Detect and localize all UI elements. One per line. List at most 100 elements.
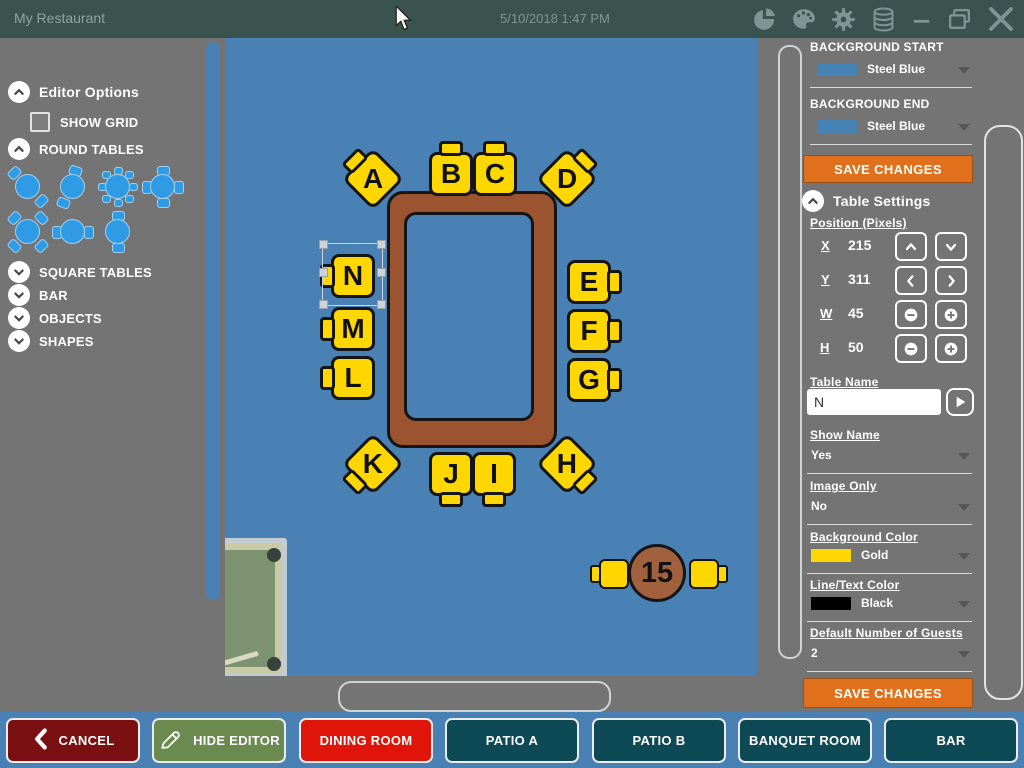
- round-table-2-seats-horizontal-icon[interactable]: [55, 214, 91, 250]
- cancel-button[interactable]: CANCEL: [6, 718, 140, 763]
- editor-options-header[interactable]: Editor Options: [8, 81, 139, 103]
- pie-chart-icon[interactable]: [752, 7, 777, 32]
- background-color-dropdown[interactable]: Gold: [807, 546, 972, 570]
- table-name-input[interactable]: [807, 389, 941, 415]
- default-guests-dropdown[interactable]: 2: [807, 644, 972, 668]
- save-changes-button-bottom[interactable]: SAVE CHANGES: [803, 678, 973, 708]
- chair[interactable]: I: [472, 452, 516, 496]
- image-only-label: Image Only: [810, 479, 877, 493]
- minimize-icon[interactable]: [911, 8, 933, 30]
- restore-icon[interactable]: [947, 7, 972, 32]
- chevron-down-icon: [8, 307, 30, 329]
- round-table-4-seats-icon[interactable]: [145, 169, 181, 205]
- selection-box: [322, 243, 383, 306]
- selection-handle[interactable]: [377, 268, 386, 277]
- move-right-button[interactable]: [935, 266, 967, 295]
- palette-icon[interactable]: [791, 6, 817, 32]
- height-plus-button[interactable]: [935, 334, 967, 363]
- section-bar[interactable]: BAR: [8, 284, 68, 306]
- y-value: 311: [848, 271, 871, 287]
- selection-handle[interactable]: [377, 300, 386, 309]
- selection-handle[interactable]: [319, 268, 328, 277]
- editor-sidebar: Editor Options SHOW GRID ROUND TABLES: [0, 38, 225, 712]
- apply-name-button[interactable]: [946, 388, 974, 416]
- chair[interactable]: J: [429, 452, 473, 496]
- default-guests-label: Default Number of Guests: [810, 626, 963, 640]
- banquet-table[interactable]: [387, 191, 557, 448]
- floorplan-canvas[interactable]: A D H K B C E F G I J L M N 15: [225, 38, 757, 676]
- pencil-icon: [158, 727, 183, 755]
- section-objects[interactable]: OBJECTS: [8, 307, 102, 329]
- selection-handle[interactable]: [319, 300, 328, 309]
- chair[interactable]: G: [567, 358, 611, 402]
- app-window: My Restaurant 5/10/2018 1:47 PM: [0, 0, 1024, 768]
- dining-room-button[interactable]: DINING ROOM: [299, 718, 433, 763]
- datetime: 5/10/2018 1:47 PM: [500, 11, 610, 26]
- table-settings-header[interactable]: Table Settings: [802, 190, 930, 212]
- hide-editor-button[interactable]: HIDE EDITOR: [152, 718, 286, 763]
- banquet-room-button[interactable]: BANQUET ROOM: [738, 718, 872, 763]
- section-round-tables[interactable]: ROUND TABLES: [8, 138, 144, 160]
- round-table-2-seats-diagonal-icon[interactable]: [10, 169, 46, 205]
- section-square-tables[interactable]: SQUARE TABLES: [8, 261, 152, 283]
- chair[interactable]: M: [331, 307, 375, 351]
- background-end-dropdown[interactable]: Steel Blue: [810, 117, 972, 141]
- chevron-down-icon: [958, 553, 970, 560]
- show-name-dropdown[interactable]: Yes: [807, 446, 972, 470]
- move-down-button[interactable]: [935, 232, 967, 261]
- section-label: SQUARE TABLES: [39, 265, 152, 280]
- patio-a-button[interactable]: PATIO A: [445, 718, 579, 763]
- section-shapes[interactable]: SHAPES: [8, 330, 94, 352]
- chair[interactable]: L: [331, 356, 375, 400]
- chair[interactable]: F: [567, 309, 611, 353]
- chair[interactable]: B: [429, 152, 473, 196]
- section-label: BAR: [39, 288, 68, 303]
- show-grid-checkbox[interactable]: [30, 112, 50, 132]
- height-minus-button[interactable]: [895, 334, 927, 363]
- gear-icon[interactable]: [831, 7, 856, 32]
- move-up-button[interactable]: [895, 232, 927, 261]
- show-name-label: Show Name: [810, 428, 880, 442]
- section-label: OBJECTS: [39, 311, 102, 326]
- chair[interactable]: E: [567, 260, 611, 304]
- horizontal-scrollbar-thumb[interactable]: [338, 681, 611, 712]
- selection-handle[interactable]: [319, 240, 328, 249]
- background-start-dropdown[interactable]: Steel Blue: [810, 60, 972, 84]
- h-value: 50: [848, 339, 864, 355]
- canvas-scrollbar-thumb[interactable]: [778, 45, 802, 659]
- round-table-4-seats-diagonal-icon[interactable]: [10, 214, 46, 250]
- pool-pocket: [267, 548, 281, 562]
- round-table-2-seats-vertical-icon[interactable]: [100, 214, 136, 250]
- width-minus-button[interactable]: [895, 300, 927, 329]
- y-label: Y: [821, 272, 830, 287]
- round-table-8-seats-icon[interactable]: [100, 169, 136, 205]
- chevron-up-icon: [802, 190, 824, 212]
- move-left-button[interactable]: [895, 266, 927, 295]
- pool-table[interactable]: [225, 538, 287, 676]
- patio-b-button[interactable]: PATIO B: [592, 718, 726, 763]
- back-chevron-icon: [32, 728, 49, 753]
- background-end-label: BACKGROUND END: [810, 97, 929, 111]
- chevron-down-icon: [958, 651, 970, 658]
- round-table-2-seats-icon[interactable]: [55, 169, 91, 205]
- chair[interactable]: [599, 559, 629, 589]
- sidebar-scrollbar-thumb[interactable]: [206, 42, 220, 600]
- save-changes-button[interactable]: SAVE CHANGES: [803, 155, 973, 183]
- background-start-label: BACKGROUND START: [810, 40, 944, 54]
- app-title: My Restaurant: [14, 10, 105, 26]
- panel-scrollbar-thumb[interactable]: [984, 125, 1023, 700]
- width-plus-button[interactable]: [935, 300, 967, 329]
- close-icon[interactable]: [986, 4, 1016, 34]
- selection-handle[interactable]: [377, 240, 386, 249]
- database-icon[interactable]: [870, 6, 897, 33]
- bar-button[interactable]: BAR: [884, 718, 1018, 763]
- chair[interactable]: [689, 559, 719, 589]
- table-name-label: Table Name: [810, 375, 878, 389]
- image-only-dropdown[interactable]: No: [807, 497, 972, 521]
- line-text-color-label: Line/Text Color: [810, 578, 899, 592]
- round-table-15[interactable]: 15: [628, 544, 686, 602]
- line-text-color-dropdown[interactable]: Black: [807, 594, 972, 618]
- chair[interactable]: C: [473, 152, 517, 196]
- show-grid-label: SHOW GRID: [60, 115, 138, 130]
- position-label: Position (Pixels): [810, 216, 907, 230]
